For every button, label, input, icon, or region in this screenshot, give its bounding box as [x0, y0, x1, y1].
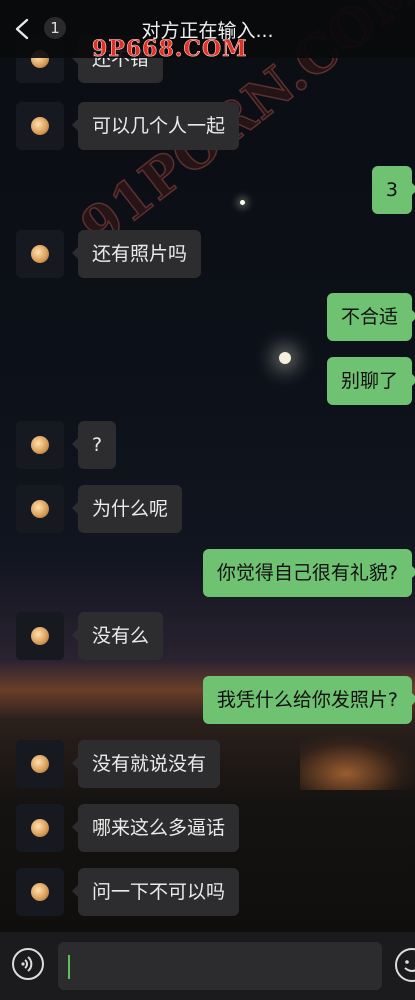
message-input[interactable] — [58, 942, 382, 990]
incoming-message[interactable]: 还有照片吗 — [71, 230, 202, 278]
background-moon — [279, 352, 291, 364]
contact-avatar[interactable] — [16, 230, 64, 278]
contact-avatar[interactable] — [16, 740, 64, 788]
incoming-message[interactable]: 问一下不可以吗 — [71, 868, 240, 916]
contact-avatar[interactable] — [16, 485, 64, 533]
emoji-icon — [404, 960, 415, 972]
outgoing-message[interactable]: 别聊了 — [326, 357, 415, 405]
incoming-message[interactable]: 为什么呢 — [71, 485, 183, 533]
emoji-button[interactable] — [395, 948, 415, 982]
outgoing-message[interactable]: 不合适 — [326, 293, 415, 341]
outgoing-message[interactable]: 3 — [371, 166, 415, 214]
input-bar — [0, 932, 415, 1000]
incoming-message[interactable]: 可以几个人一起 — [71, 102, 240, 150]
contact-avatar[interactable] — [16, 612, 64, 660]
contact-avatar[interactable] — [16, 102, 64, 150]
voice-icon — [21, 956, 33, 972]
background-star — [240, 200, 245, 205]
incoming-message[interactable]: 没有么 — [71, 612, 164, 660]
contact-avatar[interactable] — [16, 804, 64, 852]
voice-button[interactable] — [12, 948, 44, 980]
contact-avatar[interactable] — [16, 421, 64, 469]
watermark-top: 9P668.COM — [92, 36, 248, 63]
outgoing-message[interactable]: 你觉得自己很有礼貌? — [202, 549, 415, 597]
incoming-message[interactable]: ? — [71, 421, 117, 469]
incoming-message[interactable]: 哪来这么多逼话 — [71, 804, 240, 852]
contact-avatar[interactable] — [16, 868, 64, 916]
outgoing-message[interactable]: 我凭什么给你发照片? — [202, 676, 415, 724]
text-caret — [68, 955, 70, 979]
background-campfire — [300, 735, 415, 790]
incoming-message[interactable]: 没有就说没有 — [71, 740, 221, 788]
